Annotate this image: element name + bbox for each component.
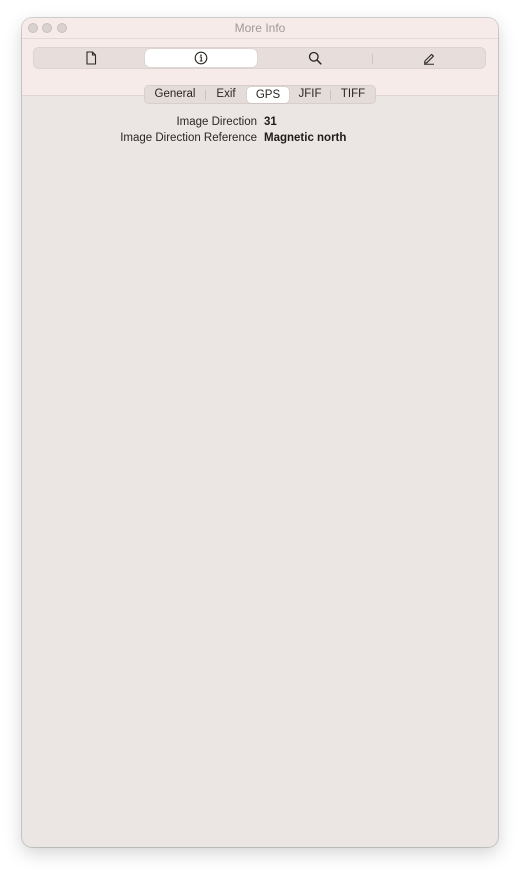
tab-general[interactable]: General [145, 86, 205, 103]
toolbar-annotate-button[interactable] [373, 49, 485, 67]
metadata-tabs: General Exif GPS JFIF TIFF [144, 85, 376, 104]
titlebar-divider [22, 38, 498, 39]
inspector-toolbar [33, 47, 486, 69]
document-icon [85, 51, 97, 65]
info-icon [194, 51, 208, 65]
tab-tiff[interactable]: TIFF [331, 86, 375, 103]
tab-jfif[interactable]: JFIF [290, 86, 330, 103]
gps-row-image-direction-reference: Image Direction Reference Magnetic north [22, 130, 498, 146]
pencil-icon [422, 51, 436, 65]
tab-exif[interactable]: Exif [206, 86, 246, 103]
row-value: 31 [264, 116, 277, 128]
more-info-window: More Info General Exif GPS JFIF TIFF Ima… [22, 18, 498, 847]
row-label: Image Direction [176, 116, 257, 128]
gps-row-image-direction: Image Direction 31 [22, 114, 498, 130]
row-value: Magnetic north [264, 132, 347, 144]
window-title: More Info [234, 21, 286, 35]
toolbar-search-button[interactable] [259, 49, 371, 67]
magnifier-icon [308, 51, 322, 65]
tab-gps[interactable]: GPS [247, 87, 289, 103]
toolbar-file-info-button[interactable] [35, 49, 146, 67]
row-label: Image Direction Reference [120, 132, 257, 144]
titlebar: More Info General Exif GPS JFIF TIFF [22, 18, 498, 104]
toolbar-more-info-button[interactable] [145, 49, 257, 67]
